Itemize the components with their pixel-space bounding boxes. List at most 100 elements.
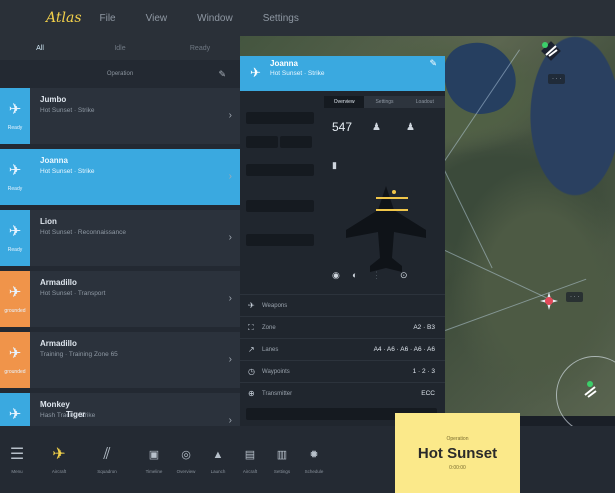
row-value: ECC <box>421 390 435 397</box>
aircraft-list-button[interactable]: ▤ Aircraft <box>234 426 266 493</box>
row-value: 1 · 2 · 3 <box>412 368 435 375</box>
zone-icon: ⛶ <box>248 322 254 332</box>
weapon-icon: ⋮ <box>372 270 381 280</box>
aircraft-mission: Hot Sunset · Strike <box>40 107 95 114</box>
detail-row-zone[interactable]: ⛶ Zone A2 · B3 <box>240 316 445 338</box>
button-label: Menu <box>11 468 23 474</box>
message-icon: ▤ <box>244 448 256 461</box>
button-label: Schedule <box>304 468 324 474</box>
timeline-icon: ▣ <box>148 448 160 461</box>
aircraft-status-strip: ✈ grounded <box>0 271 30 327</box>
chevron-right-icon: › <box>228 110 232 121</box>
detail-row-waypoints[interactable]: ◷ Waypoints 1 · 2 · 3 <box>240 360 445 382</box>
detail-mission: Hot Sunset · Strike <box>270 70 325 77</box>
detail-row-lanes[interactable]: ↗ Lanes A4 · A6 · A6 · A6 · A6 <box>240 338 445 360</box>
aircraft-list-item[interactable]: ✈ grounded Armadillo Training · Training Z… <box>0 332 240 388</box>
field-value[interactable] <box>246 200 314 212</box>
aircraft-state: Ready <box>7 124 23 131</box>
map-label: · · · <box>566 292 584 302</box>
filter-tab-ready[interactable]: Ready <box>160 45 240 52</box>
menu-file[interactable]: File <box>100 13 116 24</box>
eye-icon: ◎ <box>181 448 191 461</box>
detail-title: Joanna <box>270 59 299 68</box>
aircraft-list-item[interactable]: ✈ Ready Jumbo Hot Sunset · Strike › <box>0 88 240 144</box>
field-value[interactable] <box>246 164 314 176</box>
fuel-icon: ▮ <box>332 160 337 170</box>
row-label: Lanes <box>262 346 279 353</box>
tab-loadout[interactable]: Loadout <box>404 96 445 108</box>
aircraft-name: Lion <box>40 217 57 226</box>
sort-dropdown[interactable]: Operation <box>107 71 133 77</box>
weapons-icon: ✈ <box>248 301 255 310</box>
schedule-button[interactable]: ✹ Schedule <box>298 426 330 493</box>
aircraft-mission: Hot Sunset · Strike <box>40 168 95 175</box>
detail-header: ✈ Joanna Hot Sunset · Strike ✎ <box>240 56 445 91</box>
count-value: 547 <box>332 120 353 134</box>
plane-icon: ✈ <box>8 161 22 179</box>
filter-tab-all[interactable]: All <box>0 45 80 52</box>
detail-row-weapons[interactable]: ✈ Weapons <box>240 294 445 316</box>
filter-tab-idle[interactable]: Idle <box>80 45 160 52</box>
menu-window[interactable]: Window <box>197 13 233 24</box>
detail-tabs: Overview Settings Loadout <box>324 96 445 108</box>
aircraft-list-item-partial[interactable]: Tiger <box>66 410 85 419</box>
plane-alert-icon <box>540 292 558 310</box>
row-value: A2 · B3 <box>413 324 435 331</box>
overview-button[interactable]: ◎ Overview <box>170 426 202 493</box>
aircraft-status-strip: ✈ grounded <box>0 332 30 388</box>
aircraft-mission: Hot Sunset · Reconnaissance <box>40 229 126 236</box>
aircraft-mission: Training · Training Zone 65 <box>40 351 118 358</box>
aircraft-state: Ready <box>7 246 23 253</box>
hamburger-icon: ☰ <box>9 445 25 463</box>
aircraft-list-item-selected[interactable]: ✈ Ready Joanna Hot Sunset · Strike › <box>0 149 240 205</box>
button-label: Overview <box>176 468 196 474</box>
aircraft-loadout-diagram <box>346 186 426 272</box>
chevron-right-icon: › <box>228 171 232 182</box>
filter-tabs: All Idle Ready <box>0 36 240 60</box>
weapon-icon: ◐ <box>352 270 358 280</box>
row-value: A4 · A6 · A6 · A6 · A6 <box>373 346 435 353</box>
row-label: Weapons <box>262 302 288 309</box>
row-label: Transmitter <box>262 390 293 397</box>
status-subtext: 0:00:00 <box>449 464 466 471</box>
menu-view[interactable]: View <box>146 13 168 24</box>
aircraft-list-item[interactable]: ✈ Ready Lion Hot Sunset · Reconnaissance › <box>0 210 240 266</box>
button-label: Settings <box>273 468 291 474</box>
edit-icon[interactable]: ✎ <box>218 69 226 80</box>
timeline-button[interactable]: ▣ Timeline <box>138 426 170 493</box>
aircraft-list-item[interactable]: ✈Ready MonkeyHash Track · Strike› <box>0 393 240 426</box>
launch-button[interactable]: ▲ Launch <box>202 426 234 493</box>
menu-settings[interactable]: Settings <box>263 13 299 24</box>
app-logo: Atlas <box>46 10 82 26</box>
plane-icon: ✈ <box>8 222 22 240</box>
aircraft-status-strip: ✈ Ready <box>0 210 30 266</box>
trash-icon: ▥ <box>276 448 288 461</box>
operation-status-box[interactable]: Operation Hot Sunset 0:00:00 <box>395 413 520 493</box>
squadron-button[interactable]: ⫽ Squadron <box>84 426 130 493</box>
sort-row: Operation ✎ <box>0 60 240 88</box>
aircraft-button[interactable]: ✈ Aircraft <box>34 426 84 493</box>
detail-row-transmitter[interactable]: ⊕ Transmitter ECC <box>240 382 445 404</box>
tab-overview[interactable]: Overview <box>324 96 365 108</box>
map-aircraft-marker-alert[interactable] <box>538 290 560 312</box>
aircraft-list-item[interactable]: ✈ grounded Armadillo Hot Sunset · Transpor… <box>0 271 240 327</box>
plane-icon <box>541 41 561 61</box>
tab-settings[interactable]: Settings <box>364 96 405 108</box>
aircraft-detail-panel: ✈ Joanna Hot Sunset · Strike ✎ Overview … <box>240 56 445 426</box>
menu-button[interactable]: ☰ Menu <box>0 426 34 493</box>
squadron-icon: ⫽ <box>103 445 111 463</box>
edit-icon[interactable]: ✎ <box>429 58 437 69</box>
chevron-right-icon: › <box>228 354 232 365</box>
field-value[interactable] <box>246 136 278 148</box>
gear-icon: ✹ <box>309 448 319 461</box>
plane-icon: ✈ <box>52 445 66 463</box>
field-value[interactable] <box>280 136 312 148</box>
top-menu-bar: Atlas File View Window Settings <box>0 0 615 36</box>
map-aircraft-marker[interactable] <box>540 40 562 62</box>
settings-button[interactable]: ▥ Settings <box>266 426 298 493</box>
plane-icon: ✈ <box>250 65 261 80</box>
button-label: Launch <box>210 468 226 474</box>
status-title: Operation <box>446 435 469 442</box>
field-value[interactable] <box>246 112 314 124</box>
field-value[interactable] <box>246 234 314 246</box>
